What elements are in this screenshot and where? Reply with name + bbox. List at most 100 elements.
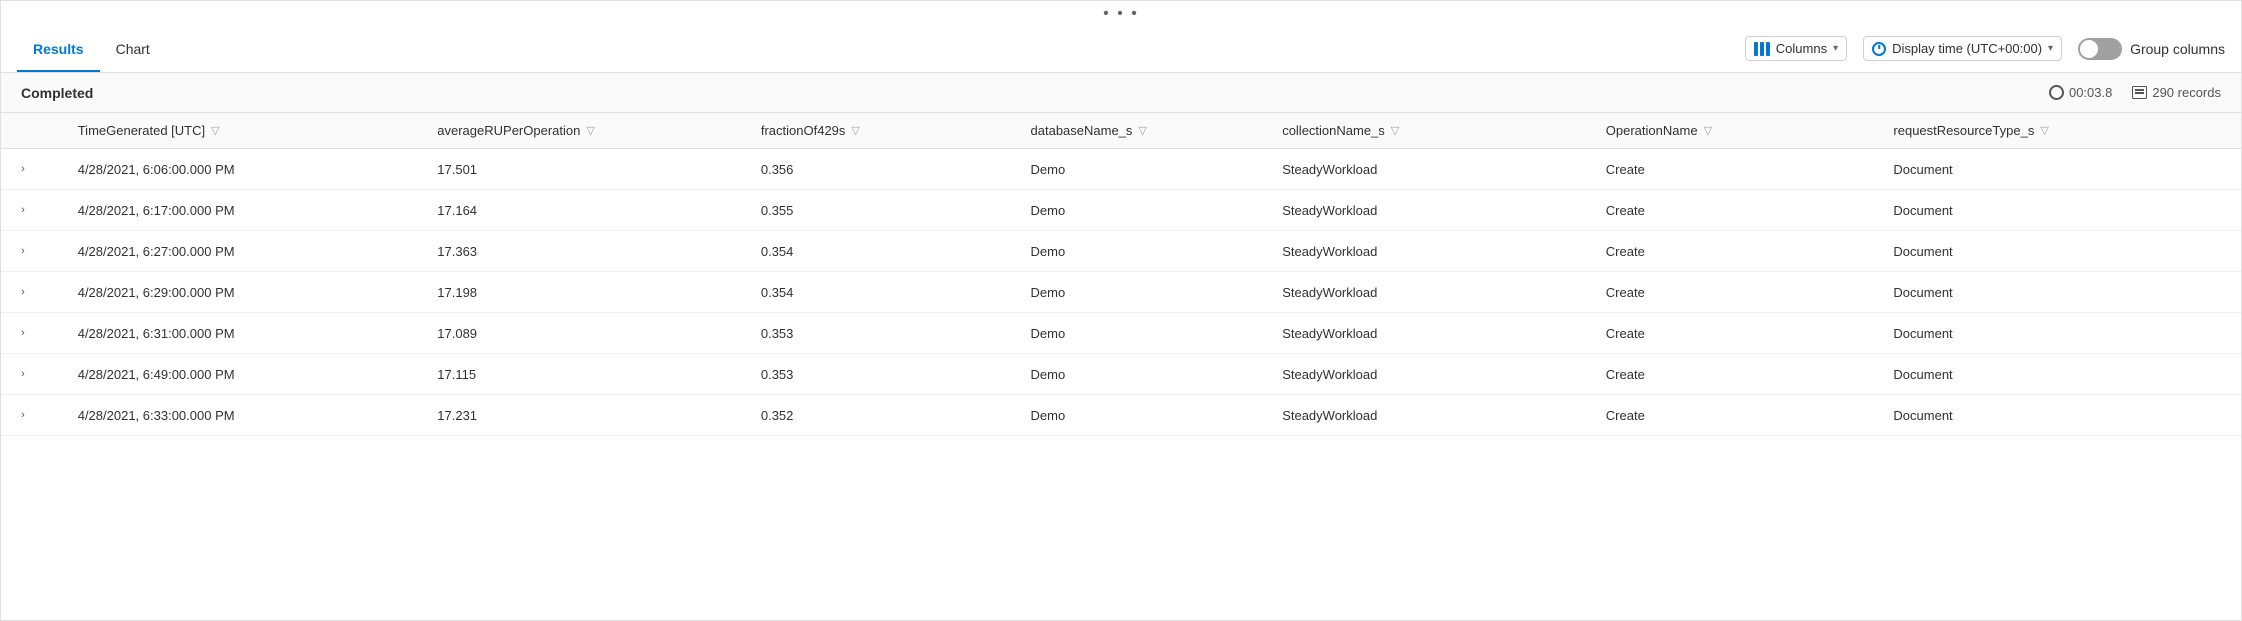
expand-button[interactable]: › bbox=[13, 200, 33, 220]
cell-averageru: 17.501 bbox=[425, 149, 749, 190]
tab-chart-label: Chart bbox=[116, 41, 150, 57]
toggle-switch[interactable] bbox=[2078, 38, 2122, 60]
expand-button[interactable]: › bbox=[13, 405, 33, 425]
expand-cell[interactable]: › bbox=[1, 395, 66, 436]
filter-icon-collectionname[interactable]: ▽ bbox=[1391, 124, 1399, 137]
cell-timegenerated: 4/28/2021, 6:29:00.000 PM bbox=[66, 272, 426, 313]
cell-databasename: Demo bbox=[1019, 272, 1271, 313]
cell-fractionof: 0.352 bbox=[749, 395, 1019, 436]
main-container: • • • Results Chart Columns ▾ D bbox=[0, 0, 2242, 621]
cell-fractionof: 0.353 bbox=[749, 354, 1019, 395]
cell-timegenerated: 4/28/2021, 6:06:00.000 PM bbox=[66, 149, 426, 190]
table-body: ›4/28/2021, 6:06:00.000 PM17.5010.356Dem… bbox=[1, 149, 2241, 436]
expand-cell[interactable]: › bbox=[1, 313, 66, 354]
th-averageru: averageRUPerOperation ▽ bbox=[425, 113, 749, 149]
cell-requestresource: Document bbox=[1881, 313, 2241, 354]
col-header-operationname: OperationName bbox=[1606, 123, 1698, 138]
table-row[interactable]: ›4/28/2021, 6:33:00.000 PM17.2310.352Dem… bbox=[1, 395, 2241, 436]
cell-timegenerated: 4/28/2021, 6:33:00.000 PM bbox=[66, 395, 426, 436]
cell-requestresource: Document bbox=[1881, 395, 2241, 436]
results-table: TimeGenerated [UTC] ▽ averageRUPerOperat… bbox=[1, 113, 2241, 436]
cell-averageru: 17.089 bbox=[425, 313, 749, 354]
filter-icon-requestresource[interactable]: ▽ bbox=[2040, 124, 2048, 137]
table-row[interactable]: › 4/28/2021, 6:29:00.000 PM17.1980.354Dem… bbox=[1, 272, 2241, 313]
cell-averageru: 17.198 bbox=[425, 272, 749, 313]
expand-cell[interactable]: › bbox=[1, 190, 66, 231]
filter-icon-averageru[interactable]: ▽ bbox=[586, 124, 594, 137]
col-header-averageru: averageRUPerOperation bbox=[437, 123, 580, 138]
table-row[interactable]: ›4/28/2021, 6:06:00.000 PM17.5010.356Dem… bbox=[1, 149, 2241, 190]
col-header-timegenerated: TimeGenerated [UTC] bbox=[78, 123, 205, 138]
cell-collectionname: SteadyWorkload bbox=[1270, 149, 1594, 190]
cell-timegenerated: 4/28/2021, 6:49:00.000 PM bbox=[66, 354, 426, 395]
cell-databasename: Demo bbox=[1019, 313, 1271, 354]
records-value: 290 records bbox=[2152, 85, 2221, 100]
expand-cell[interactable]: › bbox=[1, 272, 66, 313]
th-collectionname: collectionName_s ▽ bbox=[1270, 113, 1594, 149]
expand-button[interactable]: › bbox=[13, 323, 33, 343]
expand-cell[interactable]: › bbox=[1, 231, 66, 272]
cell-requestresource: Document bbox=[1881, 149, 2241, 190]
display-time-label: Display time (UTC+00:00) bbox=[1892, 41, 2042, 56]
display-time-button[interactable]: Display time (UTC+00:00) ▾ bbox=[1863, 36, 2062, 61]
group-columns-toggle[interactable]: Group columns bbox=[2078, 38, 2225, 60]
cell-collectionname: SteadyWorkload bbox=[1270, 272, 1594, 313]
cell-operationname: Create bbox=[1594, 231, 1882, 272]
th-operationname: OperationName ▽ bbox=[1594, 113, 1882, 149]
table-row[interactable]: › 4/28/2021, 6:31:00.000 PM17.0890.353Dem… bbox=[1, 313, 2241, 354]
toggle-knob bbox=[2080, 40, 2098, 58]
filter-icon-operationname[interactable]: ▽ bbox=[1704, 124, 1712, 137]
expand-button[interactable]: › bbox=[13, 364, 33, 384]
status-bar: Completed 00:03.8 290 records bbox=[1, 73, 2241, 113]
table-header-row: TimeGenerated [UTC] ▽ averageRUPerOperat… bbox=[1, 113, 2241, 149]
filter-icon-timegenerated[interactable]: ▽ bbox=[211, 124, 219, 137]
status-meta: 00:03.8 290 records bbox=[2049, 85, 2221, 100]
cell-fractionof: 0.354 bbox=[749, 272, 1019, 313]
table-row[interactable]: ›4/28/2021, 6:49:00.000 PM17.1150.353Dem… bbox=[1, 354, 2241, 395]
clock-icon bbox=[1872, 42, 1886, 56]
cell-collectionname: SteadyWorkload bbox=[1270, 313, 1594, 354]
expand-cell[interactable]: › bbox=[1, 354, 66, 395]
col-header-fractionof: fractionOf429s bbox=[761, 123, 846, 138]
tab-results[interactable]: Results bbox=[17, 25, 100, 72]
columns-button[interactable]: Columns ▾ bbox=[1745, 36, 1847, 61]
filter-icon-fractionof[interactable]: ▽ bbox=[851, 124, 859, 137]
th-expand bbox=[1, 113, 66, 149]
cell-fractionof: 0.355 bbox=[749, 190, 1019, 231]
cell-operationname: Create bbox=[1594, 313, 1882, 354]
col-header-requestresource: requestResourceType_s bbox=[1893, 123, 2034, 138]
cell-fractionof: 0.354 bbox=[749, 231, 1019, 272]
columns-icon bbox=[1754, 42, 1770, 56]
expand-button[interactable]: › bbox=[13, 282, 33, 302]
tab-results-label: Results bbox=[33, 41, 84, 57]
cell-timegenerated: 4/28/2021, 6:31:00.000 PM bbox=[66, 313, 426, 354]
cell-timegenerated: 4/28/2021, 6:27:00.000 PM bbox=[66, 231, 426, 272]
cell-databasename: Demo bbox=[1019, 149, 1271, 190]
tab-chart[interactable]: Chart bbox=[100, 25, 166, 72]
cell-requestresource: Document bbox=[1881, 231, 2241, 272]
cell-databasename: Demo bbox=[1019, 231, 1271, 272]
top-dots: • • • bbox=[1, 1, 2241, 25]
group-columns-label: Group columns bbox=[2130, 41, 2225, 57]
timer-icon bbox=[2049, 85, 2064, 100]
cell-averageru: 17.231 bbox=[425, 395, 749, 436]
records-meta: 290 records bbox=[2132, 85, 2221, 100]
cell-operationname: Create bbox=[1594, 354, 1882, 395]
timer-value: 00:03.8 bbox=[2069, 85, 2112, 100]
toolbar: Columns ▾ Display time (UTC+00:00) ▾ Gro… bbox=[1745, 36, 2225, 61]
filter-icon-databasename[interactable]: ▽ bbox=[1138, 124, 1146, 137]
expand-button[interactable]: › bbox=[13, 159, 33, 179]
cell-requestresource: Document bbox=[1881, 272, 2241, 313]
cell-operationname: Create bbox=[1594, 272, 1882, 313]
cell-collectionname: SteadyWorkload bbox=[1270, 354, 1594, 395]
expand-button[interactable]: › bbox=[13, 241, 33, 261]
cell-collectionname: SteadyWorkload bbox=[1270, 231, 1594, 272]
table-row[interactable]: ›4/28/2021, 6:17:00.000 PM17.1640.355Dem… bbox=[1, 190, 2241, 231]
expand-cell[interactable]: › bbox=[1, 149, 66, 190]
columns-label: Columns bbox=[1776, 41, 1827, 56]
table-wrapper: TimeGenerated [UTC] ▽ averageRUPerOperat… bbox=[1, 113, 2241, 620]
cell-averageru: 17.164 bbox=[425, 190, 749, 231]
cell-fractionof: 0.353 bbox=[749, 313, 1019, 354]
chevron-down-icon-2: ▾ bbox=[2048, 43, 2053, 54]
table-row[interactable]: ›4/28/2021, 6:27:00.000 PM17.3630.354Dem… bbox=[1, 231, 2241, 272]
